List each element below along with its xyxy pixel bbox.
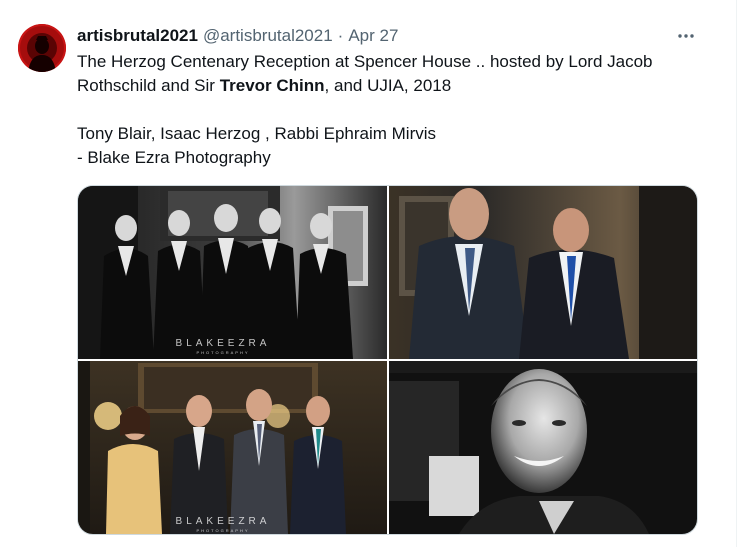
photo-group-four[interactable]: BLAKEEZRA PHOTOGRAPHY [78, 361, 387, 534]
tweet-card[interactable]: artisbrutal2021 @artisbrutal2021 · Apr 2… [0, 0, 737, 547]
photo-group-four-image [78, 361, 387, 534]
photo-bw-portrait[interactable] [389, 361, 697, 534]
tweet-header: artisbrutal2021 @artisbrutal2021 · Apr 2… [77, 24, 398, 48]
separator-dot: · [337, 26, 344, 45]
photo-bw-portrait-image [389, 361, 697, 534]
tweet-text-line-credit: - Blake Ezra Photography [77, 148, 271, 167]
photo-two-men-talking-image [389, 186, 697, 359]
user-handle[interactable]: @artisbrutal2021 [203, 26, 333, 46]
tweet-text-bold: Trevor Chinn [219, 76, 325, 95]
tweet-text: The Herzog Centenary Reception at Spence… [77, 50, 707, 170]
more-button[interactable] [672, 24, 700, 48]
display-name[interactable]: artisbrutal2021 [77, 26, 198, 46]
avatar[interactable] [18, 24, 66, 72]
tweet-text-line-names: Tony Blair, Isaac Herzog , Rabbi Ephraim… [77, 124, 437, 143]
more-horizontal-icon [678, 34, 694, 38]
tweet-text-part-2: , and UJIA, 2018 [324, 76, 452, 95]
media-grid: BLAKEEZRA PHOTOGRAPHY BLAKEEZRA PHOTOGRA… [77, 185, 698, 535]
tweet-date[interactable]: Apr 27 [348, 26, 398, 46]
photo-bw-group[interactable]: BLAKEEZRA PHOTOGRAPHY [78, 186, 387, 359]
photo-two-men-talking[interactable] [389, 186, 697, 359]
tweet-text-paragraph-1: The Herzog Centenary Reception at Spence… [77, 50, 707, 98]
photo-bw-group-image [78, 186, 387, 359]
avatar-image [18, 24, 66, 72]
